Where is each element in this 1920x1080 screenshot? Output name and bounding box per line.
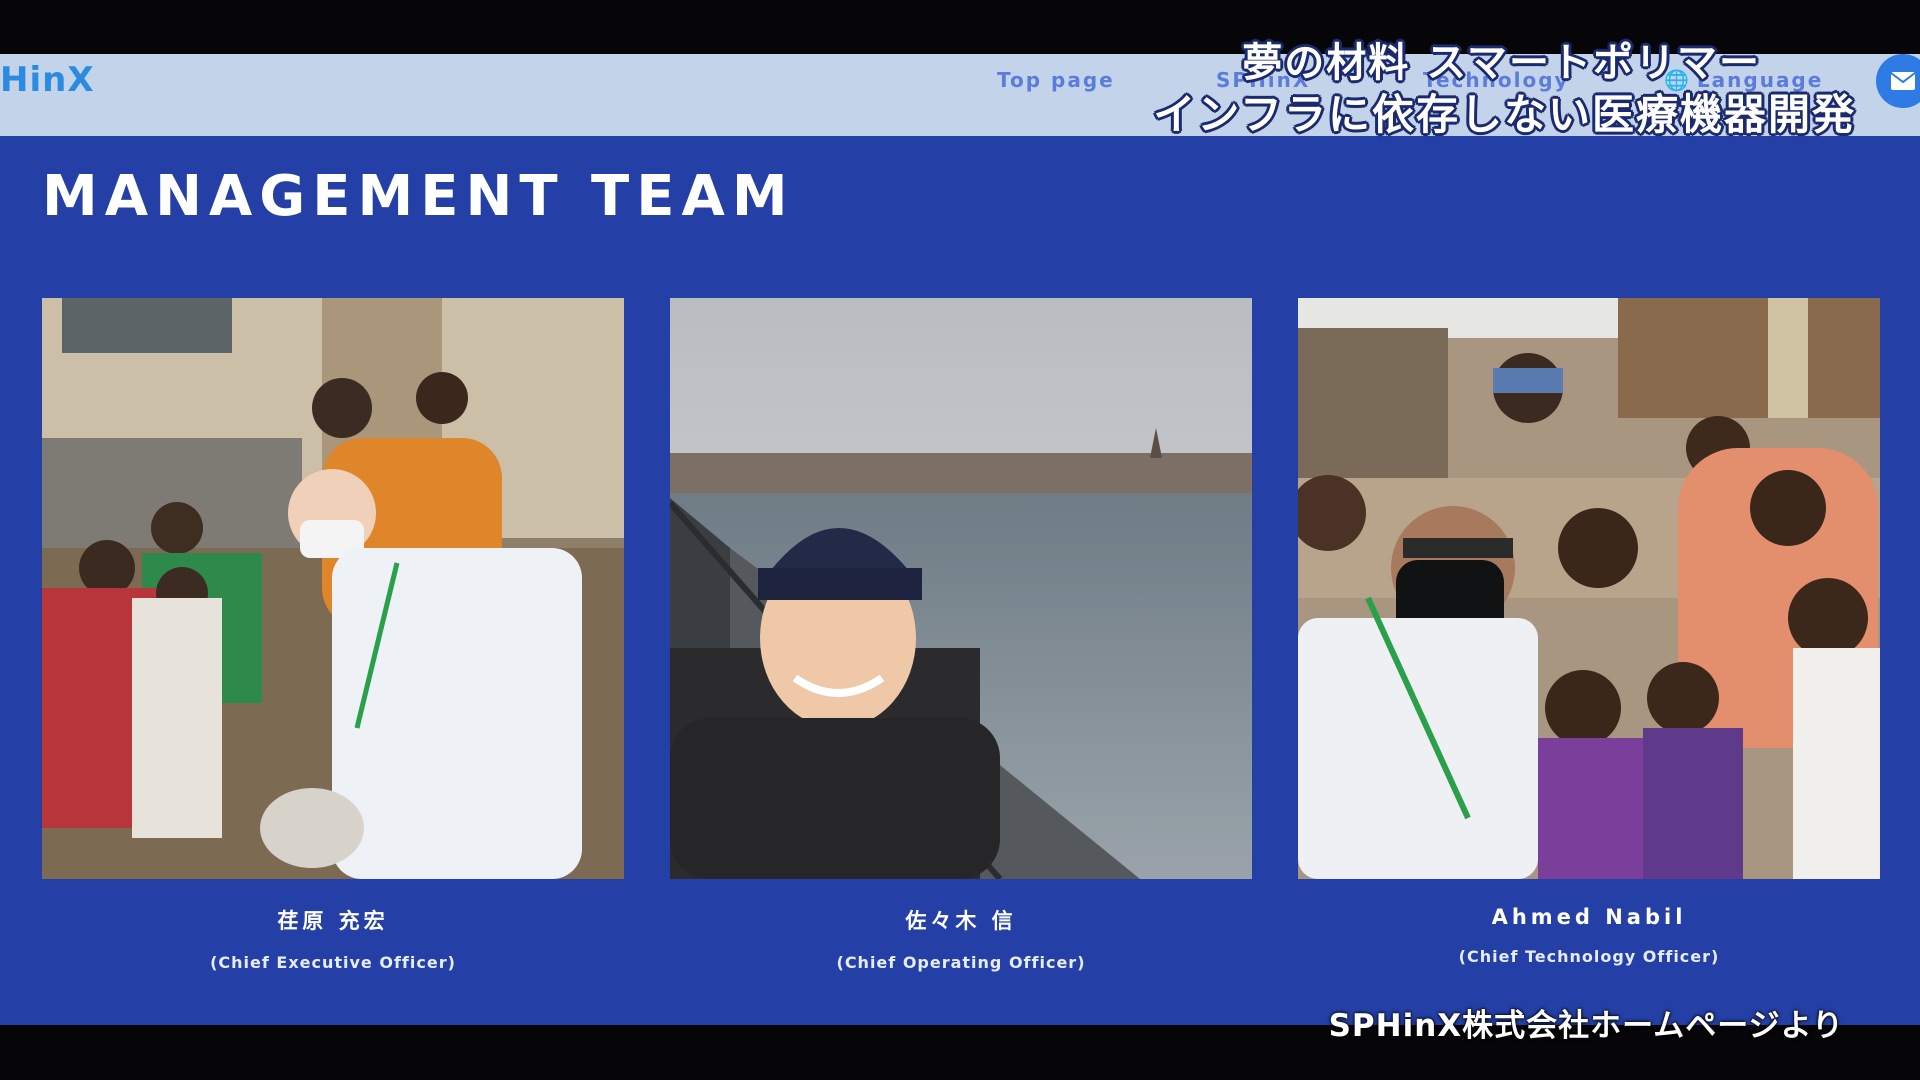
- page-title: MANAGEMENT TEAM: [42, 164, 795, 229]
- site-logo[interactable]: HinX: [0, 60, 95, 100]
- member-role: (Chief Executive Officer): [210, 953, 456, 972]
- member-role: (Chief Operating Officer): [836, 953, 1086, 972]
- broadcast-caption: 夢の材料 スマートポリマー インフラに依存しない医療機器開発: [1153, 38, 1856, 142]
- mail-icon: [1890, 72, 1916, 90]
- management-section: MANAGEMENT TEAM 荏原 充宏 (Chief Executive O…: [0, 136, 1920, 1025]
- caption-line-1: 夢の材料 スマートポリマー: [1242, 40, 1761, 86]
- nav-top-page[interactable]: Top page: [997, 68, 1115, 92]
- member-card-cto: Ahmed Nabil (Chief Technology Officer): [1298, 298, 1880, 966]
- caption-line-2: インフラに依存しない医療機器開発: [1153, 90, 1856, 139]
- source-caption: SPHinX株式会社ホームページより: [1328, 1008, 1844, 1044]
- member-card-coo: 佐々木 信 (Chief Operating Officer): [670, 298, 1252, 972]
- member-photo-cto: [1298, 298, 1880, 879]
- member-name: 荏原 充宏: [277, 909, 389, 933]
- member-card-ceo: 荏原 充宏 (Chief Executive Officer): [42, 298, 624, 972]
- member-name: 佐々木 信: [905, 909, 1017, 933]
- member-photo-ceo: [42, 298, 624, 879]
- member-name: Ahmed Nabil: [1491, 905, 1687, 929]
- member-photo-coo: [670, 298, 1252, 879]
- mail-button[interactable]: [1876, 54, 1920, 108]
- member-role: (Chief Technology Officer): [1458, 947, 1720, 966]
